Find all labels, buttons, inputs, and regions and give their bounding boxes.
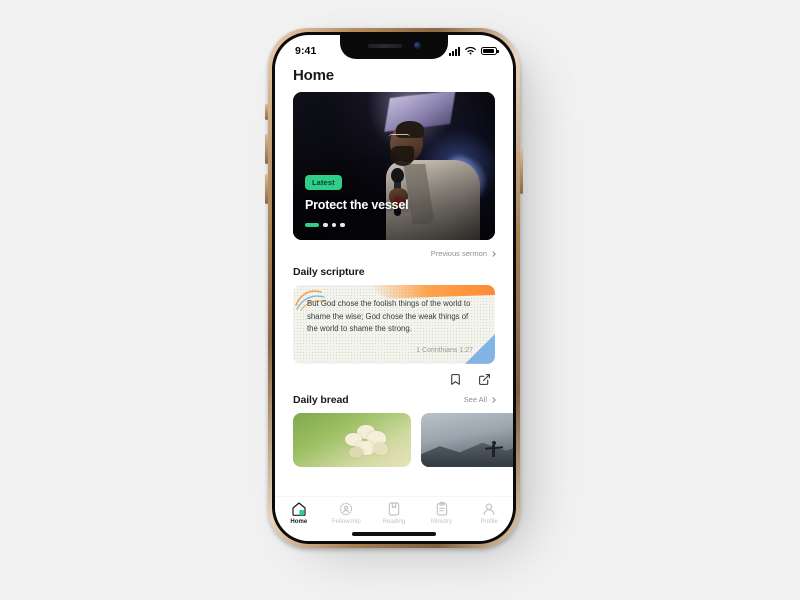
see-all-label: See All: [463, 395, 487, 405]
person-icon: [483, 503, 495, 516]
scene: 9:41 Home Latest Protect the vessel Prev…: [0, 0, 800, 600]
home-indicator[interactable]: [352, 532, 436, 536]
bread-card-mountain[interactable]: [421, 412, 513, 467]
tab-ministry[interactable]: Ministry: [420, 501, 464, 525]
previous-sermon-link[interactable]: Previous sermon: [430, 249, 496, 258]
scripture-section-header: Daily scripture: [275, 260, 513, 285]
chevron-right-icon: [490, 250, 496, 257]
sermon-title: Protect the vessel: [305, 198, 409, 212]
device-screen: 9:41 Home Latest Protect the vessel Prev…: [275, 35, 513, 541]
tab-profile-label: Profile: [480, 519, 498, 525]
status-indicators: [449, 46, 499, 56]
scripture-verse: But God chose the foolish things of the …: [307, 299, 471, 334]
tab-reading[interactable]: Reading: [372, 501, 416, 525]
tab-profile[interactable]: Profile: [467, 501, 511, 525]
tab-fellowship[interactable]: Fellowship: [324, 501, 368, 525]
fellowship-icon: [340, 502, 353, 516]
flower-illustration: [343, 423, 395, 463]
tab-ministry-label: Ministry: [431, 519, 453, 525]
person-silhouette: [484, 440, 503, 457]
carousel-pagination[interactable]: [305, 222, 345, 227]
carousel-dot[interactable]: [323, 222, 328, 227]
app-content: Home Latest Protect the vessel Previous …: [275, 61, 513, 497]
bread-card-list: [275, 412, 513, 467]
home-icon: [292, 502, 306, 516]
scripture-section: But God chose the foolish things of the …: [275, 285, 513, 364]
earpiece-speaker-icon: [367, 43, 402, 48]
hero-section: Latest Protect the vessel: [275, 92, 513, 240]
carousel-dot[interactable]: [331, 222, 336, 227]
volume-down-button[interactable]: [265, 174, 268, 204]
scripture-card[interactable]: But God chose the foolish things of the …: [293, 285, 495, 364]
battery-icon: [481, 47, 499, 55]
clipboard-icon: [436, 501, 447, 516]
wifi-icon: [465, 46, 476, 55]
status-badge: Latest: [305, 175, 342, 190]
chevron-right-icon: [490, 397, 496, 403]
volume-up-button[interactable]: [265, 134, 268, 164]
bread-card-flower[interactable]: [293, 412, 411, 467]
carousel-dot-active[interactable]: [305, 222, 319, 227]
tab-reading-label: Reading: [382, 519, 406, 525]
iphone-device: 9:41 Home Latest Protect the vessel Prev…: [265, 28, 523, 548]
sermon-hero-card[interactable]: Latest Protect the vessel: [293, 92, 495, 240]
carousel-dot[interactable]: [340, 222, 345, 227]
scripture-reference: 1 Corinthians 1:27: [416, 346, 473, 354]
tab-home[interactable]: Home: [277, 501, 321, 525]
mute-switch-button[interactable]: [265, 104, 268, 120]
device-bezel: 9:41 Home Latest Protect the vessel Prev…: [272, 32, 516, 544]
bread-section-header: Daily bread See All: [275, 388, 513, 413]
book-icon: [388, 502, 400, 516]
tab-fellowship-label: Fellowship: [331, 519, 361, 525]
scripture-section-title: Daily scripture: [293, 266, 365, 278]
front-camera-icon: [413, 42, 421, 49]
power-button[interactable]: [520, 148, 523, 194]
status-time: 9:41: [295, 45, 317, 57]
bread-section-title: Daily bread: [293, 393, 349, 406]
previous-sermon-row: Previous sermon: [275, 240, 513, 260]
previous-sermon-label: Previous sermon: [430, 249, 487, 258]
scripture-actions: [275, 364, 513, 388]
hero-gradient-overlay: [293, 92, 495, 240]
see-all-link[interactable]: See All: [463, 395, 496, 405]
notch: [340, 35, 448, 59]
page-title: Home: [293, 67, 334, 84]
share-icon[interactable]: [478, 373, 491, 386]
bookmark-icon[interactable]: [449, 373, 462, 386]
tab-home-label: Home: [290, 519, 308, 525]
cellular-bars-icon: [449, 46, 460, 56]
